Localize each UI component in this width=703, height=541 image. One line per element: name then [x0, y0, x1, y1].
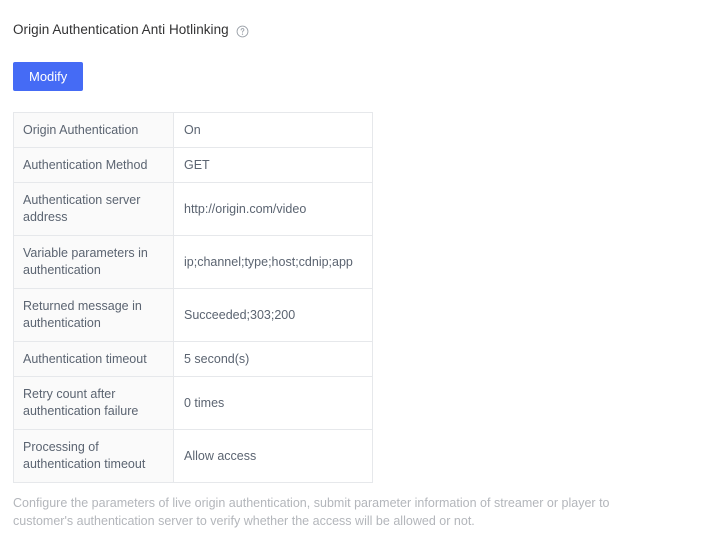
row-label: Authentication Method — [13, 147, 174, 183]
table-row: Variable parameters in authentication ip… — [13, 235, 373, 289]
row-label: Variable parameters in authentication — [13, 235, 174, 289]
row-value: GET — [173, 147, 373, 183]
modify-button[interactable]: Modify — [13, 62, 84, 91]
row-label: Returned message in authentication — [13, 288, 174, 342]
row-value: ip;channel;type;host;cdnip;app — [173, 235, 373, 289]
row-label: Origin Authentication — [13, 112, 174, 148]
row-value: On — [173, 112, 373, 148]
table-row: Processing of authentication timeout All… — [13, 429, 373, 483]
table-row: Authentication Method GET — [13, 147, 373, 183]
page-header: Origin Authentication Anti Hotlinking — [13, 21, 249, 39]
row-label: Processing of authentication timeout — [13, 429, 174, 483]
table-row: Retry count after authentication failure… — [13, 376, 373, 430]
table-row: Returned message in authentication Succe… — [13, 288, 373, 342]
footer-description: Configure the parameters of live origin … — [13, 496, 610, 528]
page-title: Origin Authentication Anti Hotlinking — [13, 22, 229, 37]
table-row: Origin Authentication On — [13, 112, 373, 148]
table-body: Origin Authentication On Authentication … — [13, 112, 373, 483]
help-circle-icon[interactable] — [236, 25, 249, 38]
row-value: Succeeded;303;200 — [173, 288, 373, 342]
table-row: Authentication server address http://ori… — [13, 182, 373, 236]
row-value: 5 second(s) — [173, 341, 373, 377]
row-label: Authentication server address — [13, 182, 174, 236]
row-label: Authentication timeout — [13, 341, 174, 377]
row-value: http://origin.com/video — [173, 182, 373, 236]
row-value: 0 times — [173, 376, 373, 430]
row-label: Retry count after authentication failure — [13, 376, 174, 430]
table-row: Authentication timeout 5 second(s) — [13, 341, 373, 377]
origin-authentication-details-table: Origin Authentication On Authentication … — [13, 112, 373, 483]
origin-authentication-panel: Origin Authentication Anti Hotlinking Mo… — [0, 0, 703, 541]
row-value: Allow access — [173, 429, 373, 483]
